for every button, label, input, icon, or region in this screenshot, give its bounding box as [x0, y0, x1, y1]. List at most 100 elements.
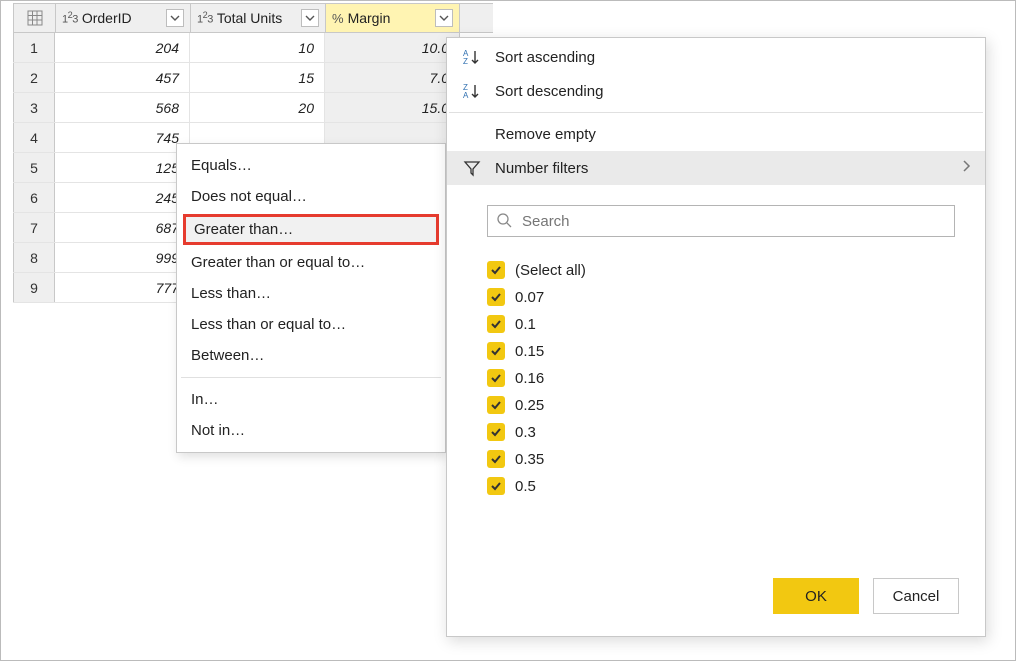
filter-not-equal[interactable]: Does not equal… [177, 181, 445, 212]
filter-value[interactable]: 0.5 [487, 477, 955, 495]
menu-label: Sort ascending [495, 49, 595, 66]
search-input[interactable] [520, 212, 946, 231]
column-header-totalunits[interactable]: 123 Total Units [190, 4, 325, 32]
sort-ascending[interactable]: AZ Sort ascending [447, 40, 985, 74]
filter-value[interactable]: 0.16 [487, 369, 955, 387]
checkbox-icon [487, 396, 505, 414]
table-row[interactable]: 12041010.0 [13, 33, 493, 63]
cell-orderid[interactable]: 687 [55, 213, 190, 242]
cell-orderid[interactable]: 204 [55, 33, 190, 62]
cell-margin[interactable]: 10.0 [325, 33, 460, 62]
filter-value[interactable]: 0.35 [487, 450, 955, 468]
cell-totalunits[interactable]: 15 [190, 63, 325, 92]
grid-header: 123 OrderID 123 Total Units % Margin [13, 3, 493, 33]
row-number: 3 [13, 93, 55, 122]
number-filters[interactable]: Number filters [447, 151, 985, 185]
filter-value[interactable]: 0.07 [487, 288, 955, 306]
filter-value[interactable]: 0.3 [487, 423, 955, 441]
sort-desc-icon: ZA [461, 82, 483, 100]
column-filter-panel: AZ Sort ascending ZA Sort descending Rem… [446, 37, 986, 637]
number-type-icon: 123 [197, 10, 213, 26]
number-filters-submenu: Equals… Does not equal… Greater than… Gr… [176, 143, 446, 453]
search-icon [496, 212, 512, 231]
cell-orderid[interactable]: 999 [55, 243, 190, 272]
checkbox-label: (Select all) [515, 262, 586, 279]
checkbox-icon [487, 288, 505, 306]
cell-margin[interactable]: 15.0 [325, 93, 460, 122]
filter-value[interactable]: 0.15 [487, 342, 955, 360]
checkbox-label: 0.1 [515, 316, 536, 333]
filter-search[interactable] [487, 205, 955, 237]
cancel-button[interactable]: Cancel [873, 578, 959, 614]
cell-orderid[interactable]: 125 [55, 153, 190, 182]
cell-margin[interactable]: 7.0 [325, 63, 460, 92]
column-header-orderid[interactable]: 123 OrderID [55, 4, 190, 32]
sort-asc-icon: AZ [461, 48, 483, 66]
filter-select-all[interactable]: (Select all) [487, 261, 955, 279]
percent-type-icon: % [332, 11, 344, 26]
checkbox-icon [487, 342, 505, 360]
filter-not-in[interactable]: Not in… [177, 415, 445, 446]
row-number: 9 [13, 273, 55, 302]
filter-equals[interactable]: Equals… [177, 150, 445, 181]
checkbox-icon [487, 261, 505, 279]
checkbox-label: 0.25 [515, 397, 544, 414]
checkbox-label: 0.3 [515, 424, 536, 441]
filter-less-than[interactable]: Less than… [177, 278, 445, 309]
row-number: 2 [13, 63, 55, 92]
sort-descending[interactable]: ZA Sort descending [447, 74, 985, 108]
column-label: Total Units [217, 10, 297, 26]
column-label: Margin [348, 10, 431, 26]
row-number: 1 [13, 33, 55, 62]
checkbox-label: 0.16 [515, 370, 544, 387]
filter-value[interactable]: 0.1 [487, 315, 955, 333]
filter-in[interactable]: In… [177, 384, 445, 415]
filter-less-than-equal[interactable]: Less than or equal to… [177, 309, 445, 340]
svg-text:A: A [463, 91, 469, 100]
cell-orderid[interactable]: 245 [55, 183, 190, 212]
table-corner-icon[interactable] [13, 4, 55, 32]
filter-greater-than[interactable]: Greater than… [183, 214, 439, 245]
ok-button[interactable]: OK [773, 578, 859, 614]
menu-label: Sort descending [495, 83, 603, 100]
column-filter-button[interactable] [301, 9, 319, 27]
column-header-margin[interactable]: % Margin [325, 4, 460, 32]
remove-empty[interactable]: Remove empty [447, 117, 985, 151]
checkbox-icon [487, 315, 505, 333]
table-row[interactable]: 2457157.0 [13, 63, 493, 93]
row-number: 5 [13, 153, 55, 182]
cell-orderid[interactable]: 457 [55, 63, 190, 92]
menu-label: Number filters [495, 160, 588, 177]
cell-orderid[interactable]: 745 [55, 123, 190, 152]
checkbox-label: 0.35 [515, 451, 544, 468]
chevron-right-icon [961, 159, 971, 177]
row-number: 7 [13, 213, 55, 242]
row-number: 6 [13, 183, 55, 212]
table-row[interactable]: 35682015.0 [13, 93, 493, 123]
checkbox-label: 0.07 [515, 289, 544, 306]
menu-separator [449, 112, 983, 113]
filter-greater-than-equal[interactable]: Greater than or equal to… [177, 247, 445, 278]
menu-separator [181, 377, 441, 378]
column-filter-button[interactable] [435, 9, 453, 27]
row-number: 4 [13, 123, 55, 152]
checkbox-icon [487, 423, 505, 441]
row-number: 8 [13, 243, 55, 272]
column-label: OrderID [82, 10, 162, 26]
filter-icon [461, 159, 483, 177]
column-filter-button[interactable] [166, 9, 184, 27]
checkbox-label: 0.15 [515, 343, 544, 360]
cell-orderid[interactable]: 568 [55, 93, 190, 122]
filter-value-list: (Select all) 0.07 0.1 0.15 0.16 0.25 0.3 0.35 0.… [487, 261, 955, 495]
checkbox-label: 0.5 [515, 478, 536, 495]
checkbox-icon [487, 369, 505, 387]
cell-totalunits[interactable]: 10 [190, 33, 325, 62]
filter-between[interactable]: Between… [177, 340, 445, 371]
menu-label: Remove empty [495, 126, 596, 143]
number-type-icon: 123 [62, 10, 78, 26]
cell-totalunits[interactable]: 20 [190, 93, 325, 122]
cell-orderid[interactable]: 777 [55, 273, 190, 302]
filter-value[interactable]: 0.25 [487, 396, 955, 414]
checkbox-icon [487, 477, 505, 495]
checkbox-icon [487, 450, 505, 468]
